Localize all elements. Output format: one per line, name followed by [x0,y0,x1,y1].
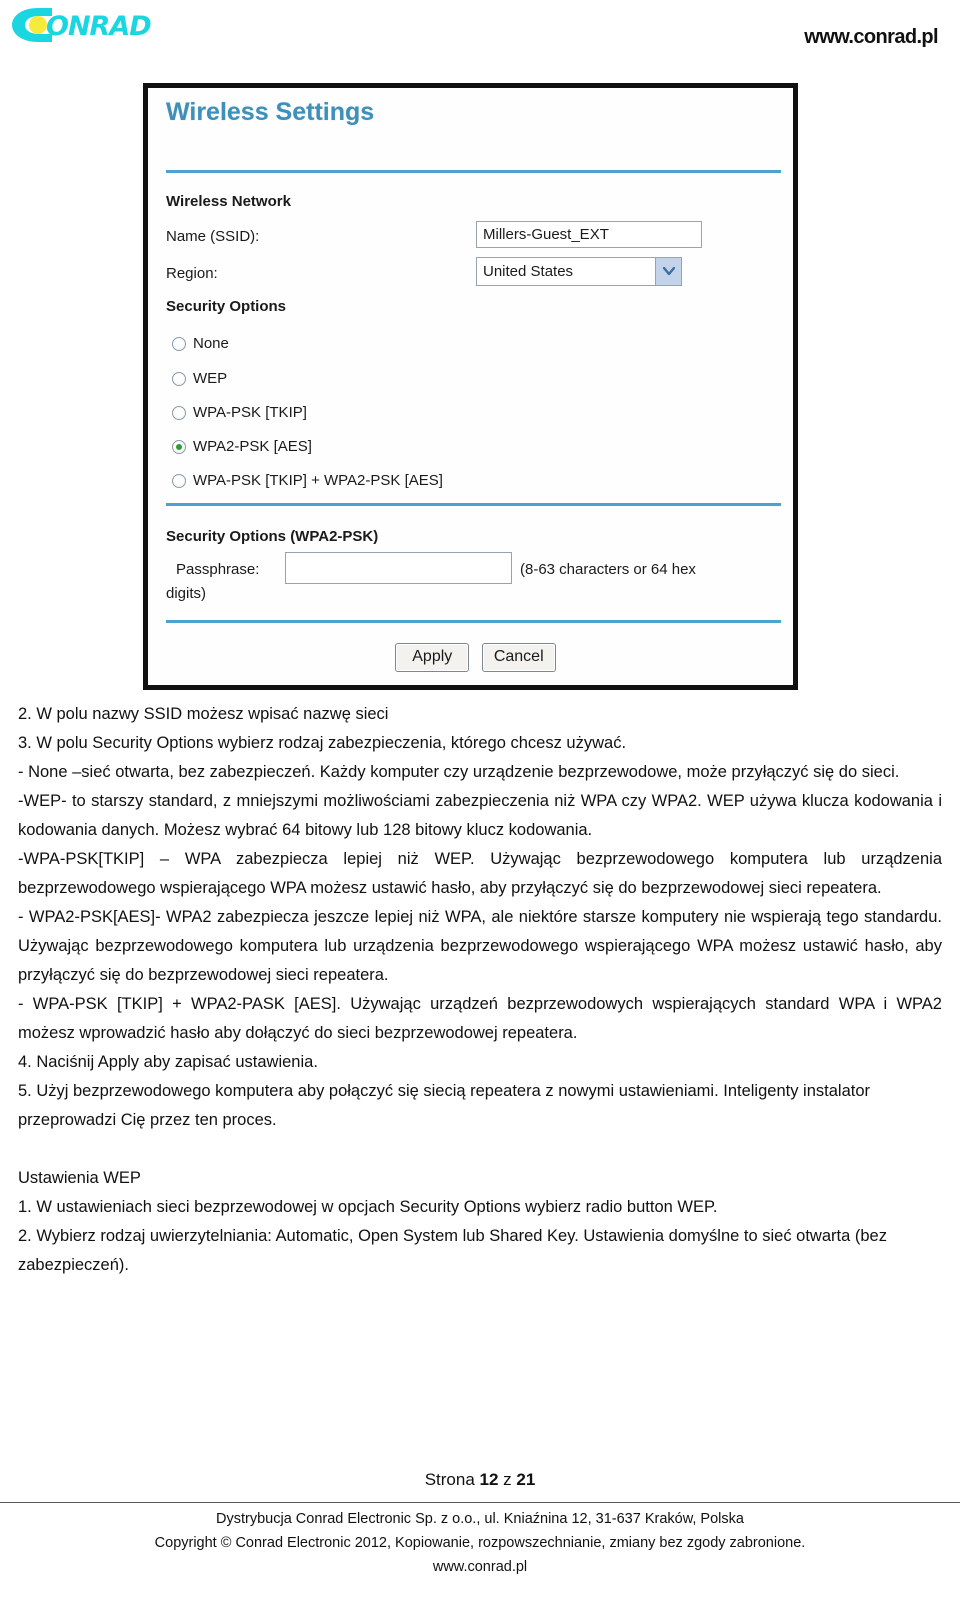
label-passphrase: Passphrase: [176,561,260,578]
radio-option-wpa2-psk-aes[interactable]: WPA2-PSK [AES] [172,436,312,458]
radio-label-wpa-psk-tkip: WPA-PSK [TKIP] [193,404,307,421]
section-heading-wep: Ustawienia WEP [18,1169,141,1187]
section-security-options: Security Options [166,298,287,315]
instruction-line: -WEP- to starszy standard, z mniejszymi … [18,792,942,839]
passphrase-hint-line1: (8-63 characters or 64 hex [520,561,696,578]
ssid-input[interactable]: Millers-Guest_EXT [476,221,702,248]
passphrase-input[interactable] [285,552,512,584]
svg-text:ONRAD: ONRAD [46,11,151,42]
footer-url: www.conrad.pl [432,1559,528,1575]
section-wireless-network: Wireless Network [166,193,291,210]
radio-label-wep: WEP [193,370,228,387]
wireless-settings-title: Wireless Settings [166,98,375,126]
instruction-line: - WPA-PSK [TKIP] + WPA2-PASK [AES]. Używ… [18,995,942,1042]
page-number-prefix: Strona [424,1470,480,1489]
radio-option-wpa-wpa2-mixed[interactable]: WPA-PSK [TKIP] + WPA2-PSK [AES] [172,470,443,492]
page-header: ONRAD www.conrad.pl [0,0,960,62]
page-footer: Dystrybucja Conrad Electronic Sp. z o.o.… [0,1507,960,1579]
radio-icon-wep[interactable] [172,372,186,386]
divider-middle [166,503,781,506]
radio-label-wpa2-psk-aes: WPA2-PSK [AES] [193,438,312,455]
page-number: Strona 12 z 21 [0,1470,960,1490]
instruction-line: -WPA-PSK[TKIP] – WPA zabezpiecza lepiej … [18,850,942,897]
radio-label-wpa-wpa2-mixed: WPA-PSK [TKIP] + WPA2-PSK [AES] [193,472,443,489]
footer-address: Dystrybucja Conrad Electronic Sp. z o.o.… [216,1511,744,1527]
page-number-current: 12 [479,1470,499,1489]
label-name-ssid: Name (SSID): [166,228,260,245]
radio-option-wep[interactable]: WEP [172,368,227,390]
divider-top [166,170,781,173]
instruction-line: 5. Użyj bezprzewodowego komputera aby po… [18,1082,870,1129]
radio-icon-wpa2-psk-aes[interactable] [172,440,186,454]
passphrase-hint-line2: digits) [166,585,207,602]
label-region: Region: [166,265,218,282]
section-security-options-wpa2: Security Options (WPA2-PSK) [166,528,379,545]
footer-divider [0,1502,960,1503]
document-page: ONRAD www.conrad.pl Wireless Settings Wi… [0,0,960,1597]
instruction-line: 2. Wybierz rodzaj uwierzytelniania: Auto… [18,1227,887,1274]
radio-option-wpa-psk-tkip[interactable]: WPA-PSK [TKIP] [172,402,307,424]
region-select[interactable]: United States [476,257,682,286]
instruction-text: 2. W polu nazwy SSID możesz wpisać nazwę… [18,700,942,1280]
radio-label-none: None [193,335,229,352]
conrad-logo: ONRAD [8,4,184,46]
instruction-line: - None –sieć otwarta, bez zabezpieczeń. … [18,763,900,781]
header-site-url: www.conrad.pl [804,26,938,48]
divider-bottom [166,620,781,623]
instruction-line: 2. W polu nazwy SSID możesz wpisać nazwę… [18,705,389,723]
instruction-line: 4. Naciśnij Apply aby zapisać ustawienia… [18,1053,318,1071]
instruction-line: - WPA2-PSK[AES]- WPA2 zabezpiecza jeszcz… [18,908,942,984]
footer-copyright: Copyright © Conrad Electronic 2012, Kopi… [154,1535,806,1551]
chevron-down-icon[interactable] [655,258,681,285]
instruction-line: 1. W ustawieniach sieci bezprzewodowej w… [18,1198,718,1216]
page-number-total: 21 [516,1470,536,1489]
radio-icon-wpa-psk-tkip[interactable] [172,406,186,420]
region-select-value: United States [483,263,574,280]
radio-option-none[interactable]: None [172,333,229,355]
instruction-line: 3. W polu Security Options wybierz rodza… [18,734,627,752]
page-number-middle: z [498,1470,517,1489]
router-screenshot: Wireless Settings Wireless Network Name … [143,83,798,690]
cancel-button[interactable]: Cancel [481,643,556,672]
radio-icon-none[interactable] [172,337,186,351]
form-buttons: Apply Cancel [148,643,793,672]
radio-icon-wpa-wpa2-mixed[interactable] [172,474,186,488]
apply-button[interactable]: Apply [395,643,470,672]
